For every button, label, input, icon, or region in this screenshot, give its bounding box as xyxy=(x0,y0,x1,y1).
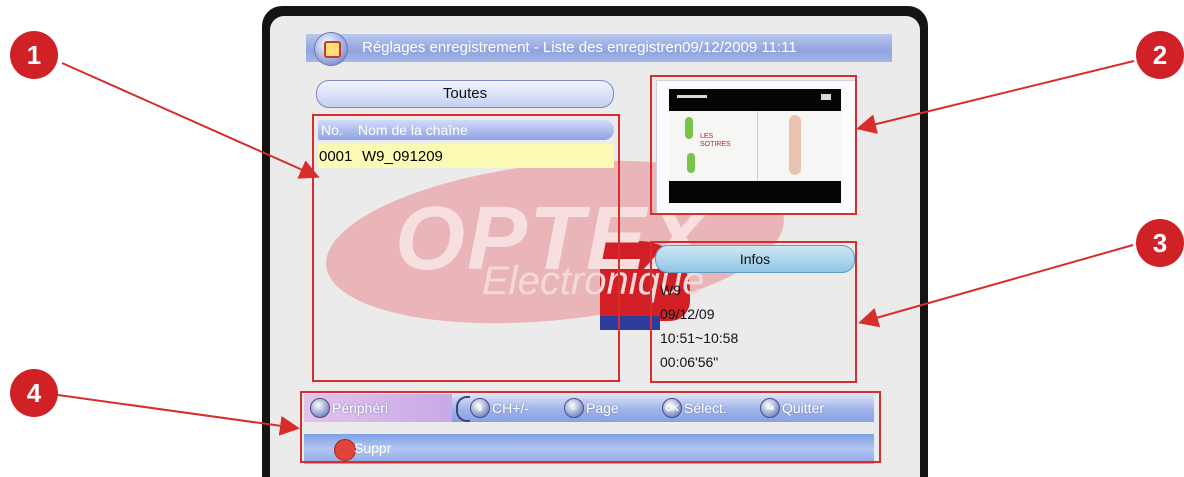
callout-badge-2: 2 xyxy=(1136,31,1184,79)
callout-arrows xyxy=(57,60,1135,436)
callout-badge-1: 1 xyxy=(10,31,58,79)
callout-arrow-2 xyxy=(856,60,1135,134)
callout-badge-3: 3 xyxy=(1136,219,1184,267)
callout-arrow-3 xyxy=(858,244,1134,328)
callout-arrow-1 xyxy=(61,62,320,179)
callout-arrow-4 xyxy=(57,394,300,436)
callout-badge-4: 4 xyxy=(10,369,58,417)
